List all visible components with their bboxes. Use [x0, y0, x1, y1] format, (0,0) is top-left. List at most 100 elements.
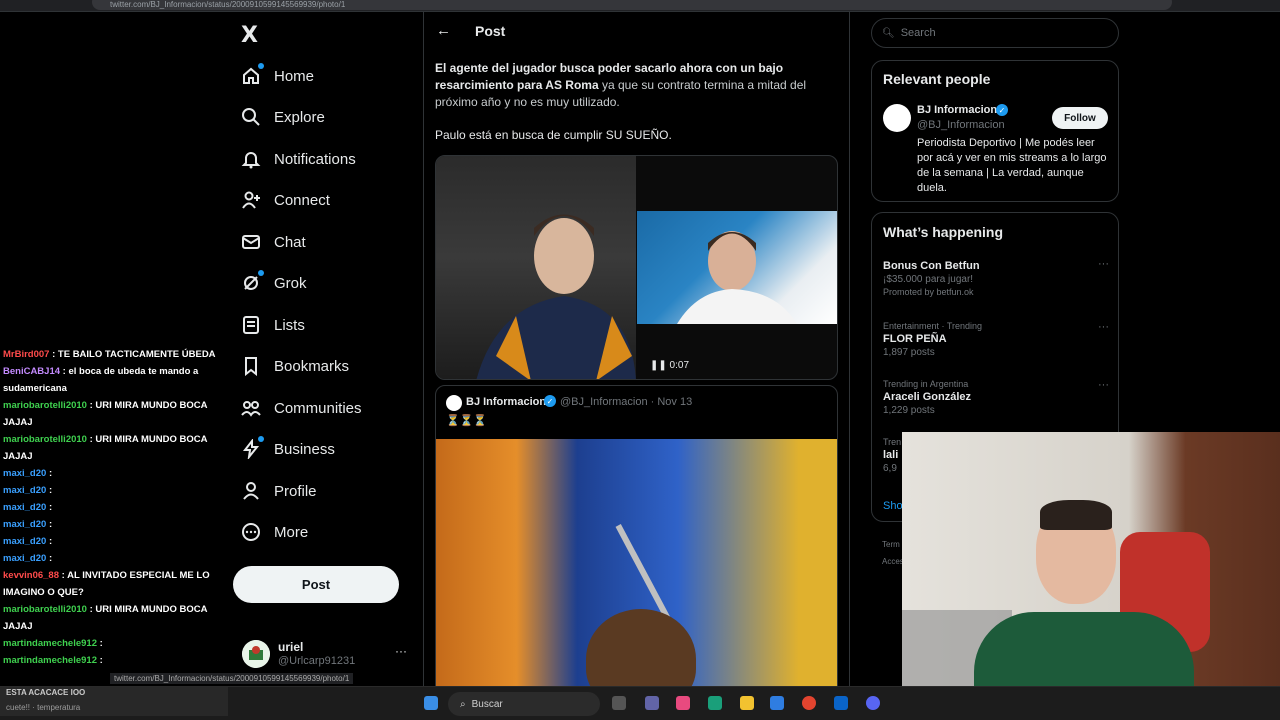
chat-text: :	[48, 502, 53, 513]
notification-dot	[258, 270, 264, 276]
quoted-image[interactable]	[436, 439, 837, 704]
nav-item-label: Business	[274, 440, 335, 458]
nav-item-business[interactable]: Business	[240, 429, 335, 469]
whats-happening-title: What’s happening	[883, 224, 1004, 240]
account-name: uriel	[278, 640, 304, 654]
chat-username: maxi_d20	[3, 536, 47, 547]
taskbar-search[interactable]: ⌕ Buscar	[448, 692, 600, 716]
post-header: ← Post	[424, 20, 849, 46]
taskbar-search-label: Buscar	[471, 698, 503, 710]
footer-terms[interactable]: Term	[882, 540, 900, 549]
windows-start-icon[interactable]	[424, 696, 438, 710]
chat-text: : TE BAILO TACTICAMENTE ÚBEDA	[52, 349, 216, 360]
nav-item-bookmarks[interactable]: Bookmarks	[240, 346, 349, 386]
chat-message: maxi_d20 :	[0, 482, 228, 499]
file-explorer-icon[interactable]	[740, 696, 754, 710]
chat-message: mariobarotelli2010 : URI MIRA MUNDO BOCA…	[0, 601, 228, 635]
trend-title: FLOR PEÑA	[883, 333, 947, 345]
video-player[interactable]: ❚❚ 0:07	[435, 155, 838, 380]
search-icon: ⌕	[460, 698, 466, 710]
nav-item-label: Home	[274, 67, 315, 85]
chat-username: MrBird007	[3, 349, 50, 360]
grok-icon	[240, 270, 264, 294]
chat-username: maxi_d20	[3, 553, 47, 564]
more-circle-icon	[240, 521, 262, 543]
trend-title: Araceli González	[883, 391, 972, 403]
trend-item[interactable]: Bonus Con Betfun ¡$35.000 para jugar! Prom…	[883, 258, 1109, 297]
nav-item-communities[interactable]: Communities	[240, 388, 362, 428]
screen: twitter.com/BJ_Informacion/status/200091…	[0, 0, 1280, 720]
chat-text: :	[99, 638, 103, 649]
video-frame-left	[436, 156, 636, 379]
chat-username: mariobarotelli2010	[3, 604, 87, 615]
address-bar[interactable]: twitter.com/BJ_Informacion/status/200091…	[92, 0, 1172, 10]
nav-item-grok[interactable]: Grok	[240, 263, 307, 303]
stream-overlay-bar: ESTA ACACACE IOO cuete!! · temperatura	[0, 686, 228, 716]
notification-dot	[258, 436, 264, 442]
more-dots-icon[interactable]: ···	[395, 644, 407, 658]
edge-icon[interactable]	[708, 696, 722, 710]
back-arrow-icon[interactable]: ←	[436, 22, 451, 39]
trend-subtitle: 1,229 posts	[883, 405, 935, 416]
more-dots-icon[interactable]: ···	[1098, 321, 1109, 333]
chat-message: martindamechele912 :	[0, 635, 228, 652]
relevant-bio: Periodista Deportivo | Me podés leer por…	[917, 137, 1107, 194]
trend-item[interactable]: Entertainment · Trending FLOR PEÑA 1,897 p…	[883, 321, 1109, 358]
chat-message: maxi_d20 :	[0, 499, 228, 516]
x-logo-icon[interactable]: X	[241, 23, 261, 48]
discord-icon[interactable]	[866, 696, 880, 710]
chat-message: maxi_d20 :	[0, 550, 228, 567]
search-icon	[240, 106, 262, 128]
nav-item-label: Explore	[274, 108, 325, 126]
nav-item-label: Bookmarks	[274, 357, 350, 375]
nav-item-chat[interactable]: Chat	[240, 222, 306, 262]
relevant-people-title: Relevant people	[883, 71, 991, 87]
chat-message: BeniCABJ14 : el boca de ubeda te mando a…	[0, 363, 228, 397]
verified-badge-icon: ✓	[996, 104, 1008, 116]
quoted-avatar	[446, 395, 462, 411]
quoted-tweet[interactable]: BJ Informacion ✓ @BJ_Informacion · Nov 1…	[435, 385, 838, 705]
video-frame-right	[637, 211, 837, 324]
nav-item-connect[interactable]: Connect	[240, 180, 330, 220]
footer-accessibility[interactable]: Acces	[882, 557, 904, 566]
relevant-name[interactable]: BJ Informacion	[917, 104, 997, 116]
nav-item-explore[interactable]: Explore	[240, 97, 325, 137]
teams-icon[interactable]	[645, 696, 659, 710]
task-view-icon[interactable]	[612, 696, 626, 710]
lightning-icon	[240, 436, 264, 460]
account-switcher[interactable]: uriel @Urlcarp91231 ···	[240, 636, 415, 676]
tweet-text-2: Paulo está en busca de cumplir SU SUEÑO.	[435, 128, 672, 142]
follow-button[interactable]: Follow	[1052, 107, 1108, 129]
post-button[interactable]: Post	[233, 566, 399, 603]
nav-item-label: Chat	[274, 233, 306, 251]
list-icon	[240, 314, 262, 336]
nav-item-notifications[interactable]: Notifications	[240, 139, 356, 179]
chat-message: mariobarotelli2010 : URI MIRA MUNDO BOCA…	[0, 431, 228, 465]
nav-item-profile[interactable]: Profile	[240, 471, 317, 511]
chat-text: :	[48, 485, 53, 496]
chat-username: martindamechele912	[3, 638, 97, 649]
trend-item[interactable]: Trending in Argentina Araceli González 1,2…	[883, 379, 1109, 416]
search-input[interactable]: 🔍︎ Search	[871, 18, 1119, 48]
avatar[interactable]	[883, 104, 911, 132]
webcam-overlay	[902, 432, 1280, 720]
nav-item-home[interactable]: Home	[240, 56, 314, 96]
search-placeholder: Search	[900, 27, 936, 39]
nav-item-more[interactable]: More	[240, 512, 308, 552]
page-title: Post	[475, 23, 506, 39]
outlook-icon[interactable]	[834, 696, 848, 710]
chat-text: :	[48, 553, 53, 564]
tweet-text: El agente del jugador busca poder sacarl…	[435, 60, 835, 111]
more-dots-icon[interactable]: ···	[1098, 379, 1109, 391]
video-timer: ❚❚ 0:07	[650, 360, 690, 371]
nav-item-lists[interactable]: Lists	[240, 305, 305, 345]
copilot-icon[interactable]	[676, 696, 690, 710]
chat-message: martindamechele912 :	[0, 652, 228, 669]
store-icon[interactable]	[770, 696, 784, 710]
trend-subtitle: ¡$35.000 para jugar!	[883, 274, 974, 285]
add-person-icon	[240, 189, 262, 211]
home-icon	[240, 63, 264, 87]
chat-username: martindamechele912	[3, 655, 97, 666]
more-dots-icon[interactable]: ···	[1098, 258, 1109, 270]
chrome-icon[interactable]	[802, 696, 816, 710]
